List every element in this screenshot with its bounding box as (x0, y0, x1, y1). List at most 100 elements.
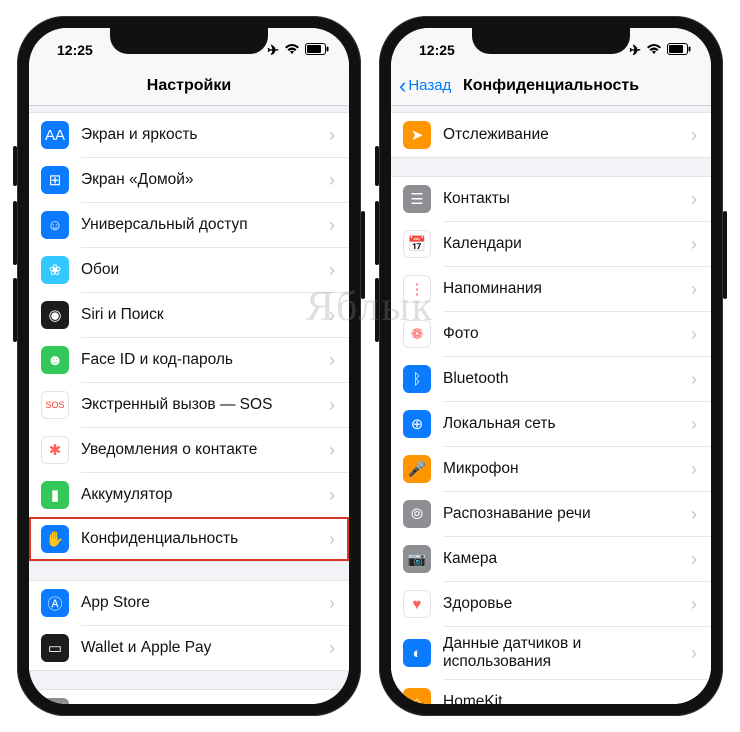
nav-title: Конфиденциальность (463, 77, 639, 95)
row-label: Календари (431, 235, 691, 253)
privacy-icon: ✋ (41, 525, 69, 553)
health-icon: ♥ (403, 590, 431, 618)
chevron-right-icon: › (329, 395, 335, 416)
row-remind[interactable]: ⋮Напоминания› (443, 266, 711, 311)
chevron-right-icon: › (691, 279, 697, 300)
chevron-right-icon: › (691, 549, 697, 570)
chevron-right-icon: › (691, 414, 697, 435)
wallpaper-icon: ❀ (41, 256, 69, 284)
research-icon: ◐ (403, 639, 431, 667)
row-label: Обои (69, 261, 329, 279)
row-home[interactable]: ⊞Экран «Домой»› (81, 157, 349, 202)
row-label: Микрофон (431, 460, 691, 478)
chevron-right-icon: › (691, 692, 697, 705)
row-label: Экстренный вызов — SOS (69, 396, 329, 414)
nav-bar: Настройки (29, 66, 349, 106)
row-mic[interactable]: 🎤Микрофон› (443, 446, 711, 491)
settings-list[interactable]: AAЭкран и яркость›⊞Экран «Домой»›☺Универ… (29, 106, 349, 704)
battery-icon (305, 42, 329, 58)
chevron-right-icon: › (329, 260, 335, 281)
wallet-icon: ▭ (41, 634, 69, 662)
notch (472, 28, 630, 54)
row-label: Экран «Домой» (69, 171, 329, 189)
row-faceid[interactable]: ☻Face ID и код-пароль› (81, 337, 349, 382)
row-wallet[interactable]: ▭Wallet и Apple Pay› (81, 625, 349, 670)
chevron-right-icon: › (329, 170, 335, 191)
wifi-icon (646, 42, 662, 58)
faceid-icon: ☻ (41, 346, 69, 374)
row-wallpaper[interactable]: ❀Обои› (81, 247, 349, 292)
row-lan[interactable]: ⊕Локальная сеть› (443, 401, 711, 446)
chevron-right-icon: › (691, 234, 697, 255)
chevron-right-icon: › (691, 125, 697, 146)
chevron-right-icon: › (691, 504, 697, 525)
chevron-right-icon: › (329, 305, 335, 326)
row-label: Отслеживание (431, 126, 691, 144)
chevron-right-icon: › (691, 459, 697, 480)
row-bt[interactable]: ᛒBluetooth› (443, 356, 711, 401)
row-label: Уведомления о контакте (69, 441, 329, 459)
row-access[interactable]: ☺Универсальный доступ› (81, 202, 349, 247)
wifi-icon (284, 42, 300, 58)
row-contacts2[interactable]: ☰Контакты› (391, 177, 711, 221)
access-icon: ☺ (41, 211, 69, 239)
row-label: Face ID и код-пароль (69, 351, 329, 369)
appstore-icon: Ⓐ (41, 589, 69, 617)
row-tracking[interactable]: ➤Отслеживание› (391, 113, 711, 157)
exposure-icon: ✱ (41, 436, 69, 464)
chevron-right-icon: › (329, 485, 335, 506)
siri-icon: ◉ (41, 301, 69, 329)
chevron-right-icon: › (329, 593, 335, 614)
row-label: App Store (69, 594, 329, 612)
cal2-icon: 📅 (403, 230, 431, 258)
airplane-icon: ✈ (629, 42, 641, 59)
photos-icon: ❁ (403, 320, 431, 348)
chevron-left-icon: ‹ (399, 73, 406, 99)
row-photos[interactable]: ❁Фото› (443, 311, 711, 356)
notch (110, 28, 268, 54)
row-label: Фото (431, 325, 691, 343)
battery-icon (667, 42, 691, 58)
row-label: Контакты (431, 190, 691, 208)
privacy-list[interactable]: ➤Отслеживание›☰Контакты›📅Календари›⋮Напо… (391, 106, 711, 704)
chevron-right-icon: › (329, 702, 335, 705)
chevron-right-icon: › (691, 643, 697, 664)
row-cal2[interactable]: 📅Календари› (443, 221, 711, 266)
row-camera[interactable]: 📷Камера› (443, 536, 711, 581)
lan-icon: ⊕ (403, 410, 431, 438)
homekit-icon: ⌂ (403, 688, 431, 704)
row-display[interactable]: AAЭкран и яркость› (29, 113, 349, 157)
row-label: Камера (431, 550, 691, 568)
display-icon: AA (41, 121, 69, 149)
chevron-right-icon: › (691, 369, 697, 390)
row-label: Wallet и Apple Pay (69, 639, 329, 657)
row-siri[interactable]: ◉Siri и Поиск› (81, 292, 349, 337)
row-homekit[interactable]: ⌂HomeKit› (443, 679, 711, 704)
row-research[interactable]: ◐Данные датчиков и использования› (443, 626, 711, 679)
row-label: Конфиденциальность (69, 530, 329, 548)
contacts2-icon: ☰ (403, 185, 431, 213)
tracking-icon: ➤ (403, 121, 431, 149)
row-appstore[interactable]: ⒶApp Store› (29, 581, 349, 625)
camera-icon: 📷 (403, 545, 431, 573)
row-passwords[interactable]: 🔑Пароли› (29, 690, 349, 704)
remind-icon: ⋮ (403, 275, 431, 303)
status-time: 12:25 (419, 42, 455, 58)
row-health[interactable]: ♥Здоровье› (443, 581, 711, 626)
row-speech[interactable]: ⦾Распознавание речи› (443, 491, 711, 536)
row-privacy[interactable]: ✋Конфиденциальность› (29, 517, 349, 561)
row-label: HomeKit (431, 693, 691, 704)
mic-icon: 🎤 (403, 455, 431, 483)
airplane-icon: ✈ (267, 42, 279, 59)
row-label: Локальная сеть (431, 415, 691, 433)
back-button[interactable]: ‹ Назад (399, 73, 451, 99)
row-label: Распознавание речи (431, 505, 691, 523)
row-label: Универсальный доступ (69, 216, 329, 234)
row-battery[interactable]: ▮Аккумулятор› (81, 472, 349, 517)
chevron-right-icon: › (691, 324, 697, 345)
back-label: Назад (408, 77, 451, 94)
row-sos[interactable]: SOSЭкстренный вызов — SOS› (81, 382, 349, 427)
phone-left: 12:25 ✈ Настройки AAЭкран и яркость›⊞Экр… (17, 16, 361, 716)
nav-bar: ‹ Назад Конфиденциальность (391, 66, 711, 106)
row-exposure[interactable]: ✱Уведомления о контакте› (81, 427, 349, 472)
